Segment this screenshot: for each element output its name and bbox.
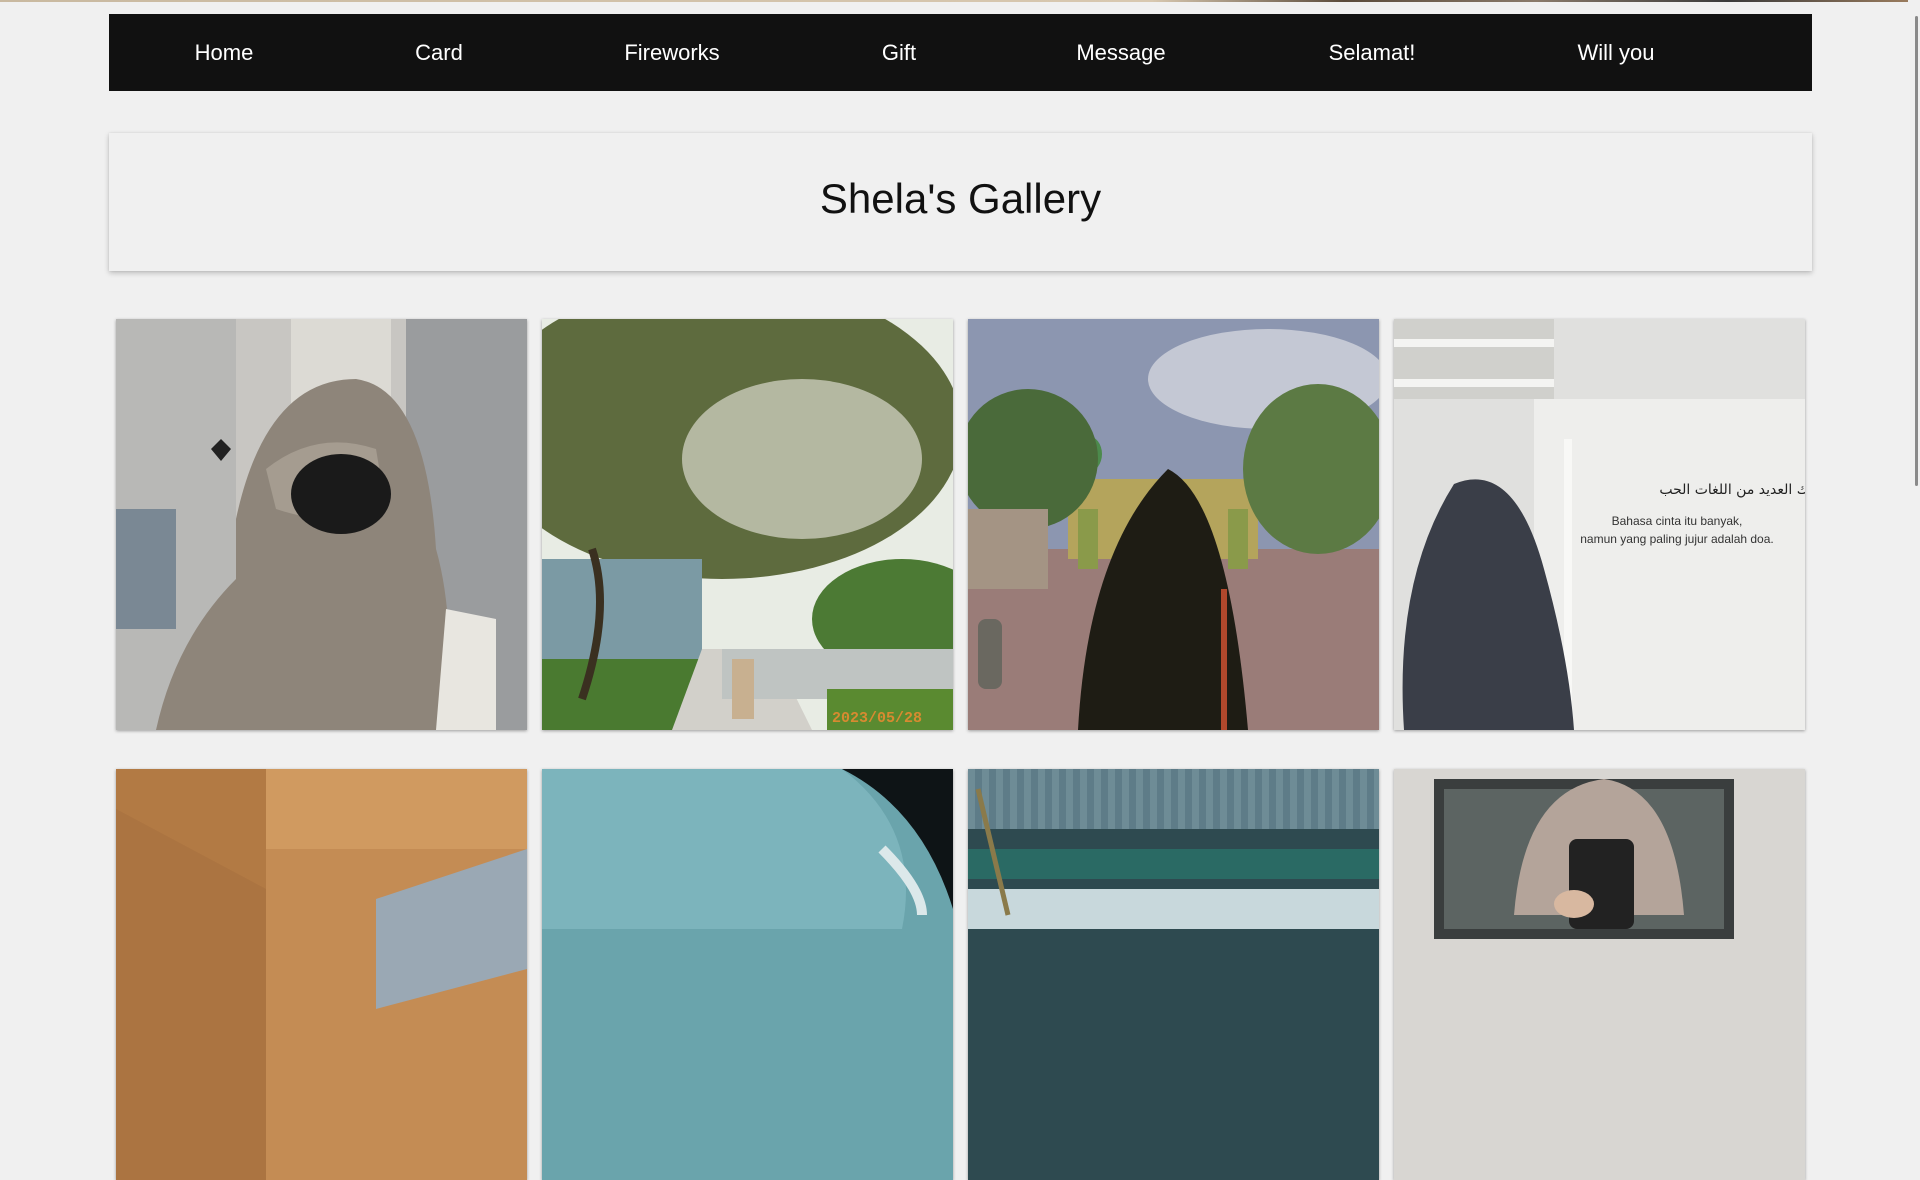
gallery-photo[interactable] — [968, 769, 1379, 1180]
photo-mirror-selfie-phone — [1394, 769, 1805, 1180]
photo-quote-line-1: Bahasa cinta itu banyak, — [1612, 514, 1743, 528]
page-scrollbar[interactable] — [1908, 0, 1920, 915]
top-strip — [0, 0, 1920, 2]
gallery-photo[interactable]: 2023/05/28 — [542, 319, 953, 730]
gallery-photo[interactable] — [116, 769, 527, 1180]
gallery-photo[interactable]: هنالك العديد من اللغات الحب Bahasa cinta… — [1394, 319, 1805, 730]
top-navigation: Home Card Fireworks Gift Message Selamat… — [109, 14, 1812, 91]
nav-item-gift[interactable]: Gift — [882, 14, 916, 91]
gallery-photo[interactable] — [116, 319, 527, 730]
photo-date-stamp: 2023/05/28 — [832, 710, 922, 727]
photo-tree-path: 2023/05/28 — [542, 319, 953, 730]
nav-item-home[interactable]: Home — [195, 14, 254, 91]
photo-quote-line-2: namun yang paling jujur adalah doa. — [1580, 532, 1773, 546]
scrollbar-thumb[interactable] — [1915, 16, 1918, 486]
gallery-photo[interactable] — [1394, 769, 1805, 1180]
photo-mosque-gate — [968, 319, 1379, 730]
gallery-photo[interactable] — [968, 319, 1379, 730]
nav-item-will-you[interactable]: Will you — [1577, 14, 1654, 91]
nav-item-selamat[interactable]: Selamat! — [1329, 14, 1416, 91]
nav-item-card[interactable]: Card — [415, 14, 463, 91]
gallery-header: Shela's Gallery — [109, 133, 1812, 271]
photo-hijab-mirror-selfie — [116, 319, 527, 730]
gallery-photo[interactable] — [542, 769, 953, 1180]
photo-white-wall-quote: هنالك العديد من اللغات الحب Bahasa cinta… — [1394, 319, 1805, 730]
nav-item-fireworks[interactable]: Fireworks — [624, 14, 719, 91]
nav-item-message[interactable]: Message — [1076, 14, 1165, 91]
photo-shelter-roof — [968, 769, 1379, 1180]
page-title: Shela's Gallery — [819, 175, 1102, 222]
photo-wooden-room — [116, 769, 527, 1180]
photo-teal-closeup — [542, 769, 953, 1180]
photo-arabic-text: هنالك العديد من اللغات الحب — [1659, 482, 1805, 498]
